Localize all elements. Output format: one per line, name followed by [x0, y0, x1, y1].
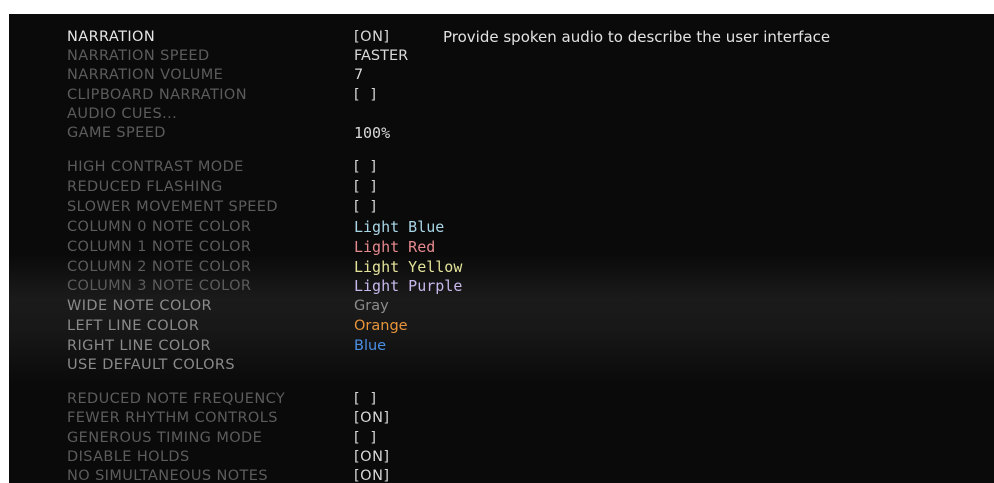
- menu-item-clipboard-narration[interactable]: CLIPBOARD NARRATION [ ]: [9, 85, 994, 105]
- menu-item-wide-note-color[interactable]: WIDE NOTE COLOR Gray: [9, 296, 994, 316]
- clipboard-narration-toggle[interactable]: [ ]: [354, 85, 377, 105]
- column-2-color-value[interactable]: Light Yellow: [354, 257, 462, 277]
- column-3-color-value[interactable]: Light Purple: [354, 276, 462, 296]
- disable-holds-toggle[interactable]: [ON]: [354, 447, 390, 467]
- narration-volume-value[interactable]: 7: [354, 65, 363, 85]
- right-line-color-value[interactable]: Blue: [354, 336, 386, 356]
- menu-item-label: WIDE NOTE COLOR: [67, 298, 213, 314]
- generous-timing-toggle[interactable]: [ ]: [354, 428, 377, 448]
- menu-item-audio-cues[interactable]: AUDIO CUES...: [9, 104, 994, 124]
- menu-item-label: FEWER RHYTHM CONTROLS: [67, 410, 278, 426]
- menu-item-narration[interactable]: NARRATION [ON] Provide spoken audio to d…: [9, 27, 994, 47]
- menu-item-reduced-note-frequency[interactable]: REDUCED NOTE FREQUENCY [ ]: [9, 389, 994, 409]
- menu-item-label: AUDIO CUES...: [67, 106, 178, 122]
- menu-item-narration-volume[interactable]: NARRATION VOLUME 7: [9, 65, 994, 85]
- menu-item-label: GENEROUS TIMING MODE: [67, 430, 263, 446]
- left-line-color-value[interactable]: Orange: [354, 316, 408, 336]
- menu-item-label: USE DEFAULT COLORS: [67, 357, 235, 373]
- menu-item-column-0-note-color[interactable]: COLUMN 0 NOTE COLOR Light Blue: [9, 217, 994, 237]
- menu-item-label: REDUCED FLASHING: [67, 179, 223, 195]
- menu-item-column-2-note-color[interactable]: COLUMN 2 NOTE COLOR Light Yellow: [9, 257, 994, 277]
- fewer-rhythm-controls-toggle[interactable]: [ON]: [354, 408, 390, 428]
- column-1-color-value[interactable]: Light Red: [354, 237, 435, 257]
- menu-item-reduced-flashing[interactable]: REDUCED FLASHING [ ]: [9, 177, 994, 197]
- menu-item-label: LEFT LINE COLOR: [67, 318, 200, 334]
- menu-item-label: NARRATION SPEED: [67, 48, 210, 64]
- menu-item-left-line-color[interactable]: LEFT LINE COLOR Orange: [9, 316, 994, 336]
- menu-item-label: HIGH CONTRAST MODE: [67, 159, 244, 175]
- reduced-flashing-toggle[interactable]: [ ]: [354, 177, 377, 197]
- menu-item-label: DISABLE HOLDS: [67, 449, 190, 465]
- menu-item-label: REDUCED NOTE FREQUENCY: [67, 391, 286, 407]
- menu-item-label: GAME SPEED: [67, 125, 166, 141]
- wide-note-color-value[interactable]: Gray: [354, 296, 389, 316]
- menu-item-narration-speed[interactable]: NARRATION SPEED FASTER: [9, 46, 994, 66]
- reduced-note-frequency-toggle[interactable]: [ ]: [354, 389, 377, 409]
- no-simultaneous-notes-toggle[interactable]: [ON]: [354, 466, 390, 483]
- menu-item-label: COLUMN 3 NOTE COLOR: [67, 278, 252, 294]
- menu-item-slower-movement-speed[interactable]: SLOWER MOVEMENT SPEED [ ]: [9, 197, 994, 217]
- menu-item-label: SLOWER MOVEMENT SPEED: [67, 199, 278, 215]
- menu-item-label: CLIPBOARD NARRATION: [67, 87, 247, 103]
- menu-item-high-contrast-mode[interactable]: HIGH CONTRAST MODE [ ]: [9, 157, 994, 177]
- high-contrast-toggle[interactable]: [ ]: [354, 157, 377, 177]
- menu-item-no-simultaneous-notes[interactable]: NO SIMULTANEOUS NOTES [ON]: [9, 466, 994, 483]
- setting-description: Provide spoken audio to describe the use…: [443, 28, 831, 46]
- narration-speed-value[interactable]: FASTER: [354, 46, 408, 66]
- accessibility-menu-screen: NARRATION [ON] Provide spoken audio to d…: [9, 14, 994, 483]
- narration-toggle[interactable]: [ON]: [354, 27, 390, 47]
- slower-movement-toggle[interactable]: [ ]: [354, 197, 377, 217]
- menu-item-label: NO SIMULTANEOUS NOTES: [67, 468, 268, 483]
- menu-item-disable-holds[interactable]: DISABLE HOLDS [ON]: [9, 447, 994, 467]
- menu-item-generous-timing-mode[interactable]: GENEROUS TIMING MODE [ ]: [9, 428, 994, 448]
- menu-item-label: COLUMN 0 NOTE COLOR: [67, 219, 252, 235]
- menu-item-label: NARRATION VOLUME: [67, 67, 224, 83]
- menu-item-right-line-color[interactable]: RIGHT LINE COLOR Blue: [9, 336, 994, 356]
- menu-item-label: RIGHT LINE COLOR: [67, 338, 211, 354]
- menu-item-game-speed[interactable]: GAME SPEED 100%: [9, 123, 994, 143]
- menu-item-label: COLUMN 2 NOTE COLOR: [67, 259, 252, 275]
- menu-item-label: NARRATION: [67, 29, 156, 45]
- menu-item-label: COLUMN 1 NOTE COLOR: [67, 239, 252, 255]
- menu-item-fewer-rhythm-controls[interactable]: FEWER RHYTHM CONTROLS [ON]: [9, 408, 994, 428]
- menu-item-column-3-note-color[interactable]: COLUMN 3 NOTE COLOR Light Purple: [9, 276, 994, 296]
- menu-item-column-1-note-color[interactable]: COLUMN 1 NOTE COLOR Light Red: [9, 237, 994, 257]
- game-speed-value[interactable]: 100%: [354, 123, 390, 143]
- column-0-color-value[interactable]: Light Blue: [354, 217, 444, 237]
- menu-item-use-default-colors[interactable]: USE DEFAULT COLORS: [9, 355, 994, 375]
